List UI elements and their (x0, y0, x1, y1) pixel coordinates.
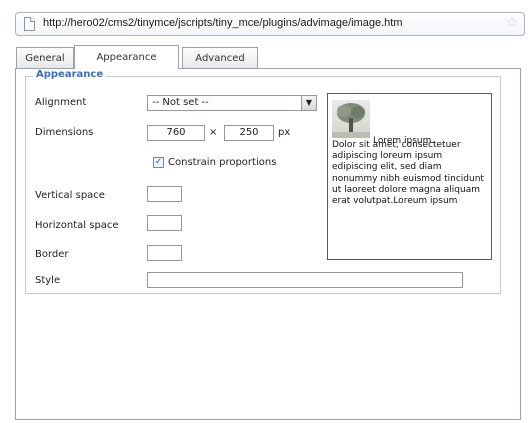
alignment-select[interactable]: -- Not set -- ▼ (147, 95, 317, 111)
constrain-checkbox[interactable]: ✓ (153, 157, 164, 168)
chevron-down-icon[interactable]: ▼ (301, 96, 316, 110)
alignment-value: -- Not set -- (152, 97, 209, 108)
tab-advanced[interactable]: Advanced (182, 47, 258, 68)
height-input[interactable]: 250 (224, 125, 274, 141)
tab-general[interactable]: General (16, 47, 74, 68)
dimension-separator: × (209, 127, 218, 138)
url-text: http://hero02/cms2/tinymce/jscripts/tiny… (43, 17, 403, 29)
hspace-label: Horizontal space (35, 220, 119, 231)
image-preview: Lorem ipsum. Dolor sit amet, consectetue… (327, 93, 492, 260)
page-icon (24, 17, 35, 31)
tree-image-icon (332, 100, 370, 138)
style-input[interactable] (147, 272, 463, 288)
alignment-label: Alignment (35, 97, 87, 108)
appearance-legend: Appearance (33, 69, 107, 80)
vspace-input[interactable] (147, 186, 182, 202)
dimension-unit: px (278, 127, 291, 138)
preview-text: Dolor sit amet, consectetuer adipiscing … (332, 140, 484, 207)
border-input[interactable] (147, 245, 182, 261)
hspace-input[interactable] (147, 215, 182, 231)
style-label: Style (35, 275, 61, 286)
tab-appearance[interactable]: Appearance (74, 45, 179, 69)
dimensions-label: Dimensions (35, 127, 94, 138)
constrain-label: Constrain proportions (168, 157, 277, 168)
address-bar[interactable]: http://hero02/cms2/tinymce/jscripts/tiny… (15, 12, 525, 36)
vspace-label: Vertical space (35, 190, 105, 201)
star-icon[interactable]: ☆ (505, 15, 518, 31)
width-input[interactable]: 760 (147, 125, 205, 141)
border-label: Border (35, 249, 69, 260)
